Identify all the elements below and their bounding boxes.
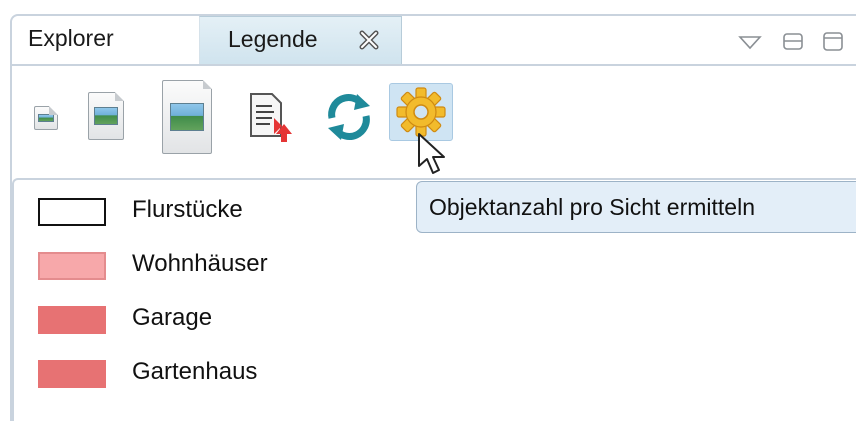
maximize-icon[interactable] <box>820 29 846 53</box>
tooltip: Objektanzahl pro Sicht ermitteln <box>416 181 856 233</box>
legend-swatch <box>38 198 106 226</box>
legend-swatch <box>38 252 106 280</box>
small-image-icon[interactable] <box>34 106 58 130</box>
tab-bar: Explorer Legende <box>12 16 856 66</box>
medium-image-icon[interactable] <box>88 92 124 140</box>
tab-explorer[interactable]: Explorer <box>28 16 198 66</box>
legend-swatch <box>38 360 106 388</box>
minimize-icon[interactable] <box>780 29 806 53</box>
legend-item-label: Garage <box>132 304 213 331</box>
tooltip-text: Objektanzahl pro Sicht ermitteln <box>429 194 755 220</box>
tab-legende[interactable]: Legende <box>199 16 402 66</box>
export-document-icon[interactable] <box>248 92 294 144</box>
view-menu-icon[interactable] <box>736 29 764 53</box>
mouse-cursor-icon <box>418 133 445 174</box>
view-controls <box>736 29 856 53</box>
legend-item-label: Gartenhaus <box>132 358 258 385</box>
tab-explorer-label: Explorer <box>28 25 114 51</box>
legend-swatch <box>38 306 106 334</box>
large-image-icon[interactable] <box>162 80 212 154</box>
legend-item-label: Flurstücke <box>132 196 243 223</box>
legend-item-label: Wohnhäuser <box>132 250 268 277</box>
close-icon[interactable] <box>358 29 380 51</box>
tab-legende-label: Legende <box>228 26 318 52</box>
refresh-icon[interactable] <box>324 90 374 144</box>
